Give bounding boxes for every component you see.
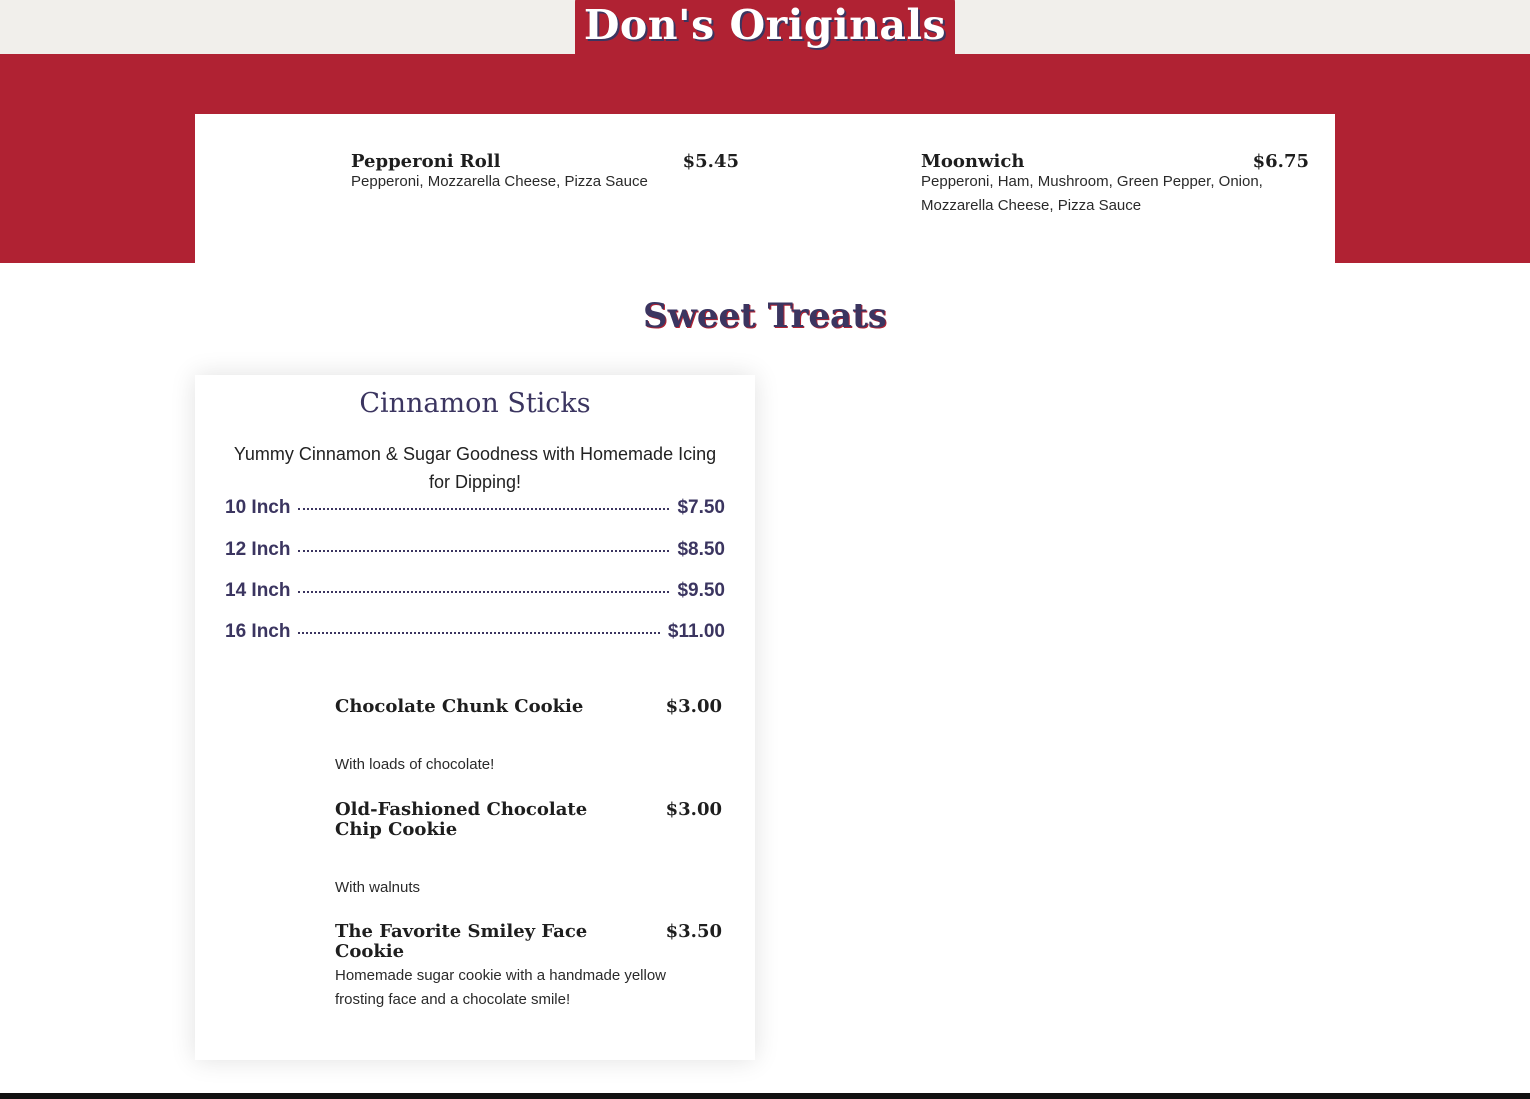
item-name: Old-Fashioned Chocolate Chip Cookie	[335, 799, 588, 840]
dotted-leader	[298, 591, 670, 593]
item-price: $6.75	[1252, 151, 1309, 172]
menu-item-pepperoni-roll: Pepperoni Roll $5.45 Pepperoni, Mozzarel…	[351, 151, 739, 194]
menu-item-smiley-face-cookie: The Favorite Smiley Face Cookie $3.50	[335, 922, 722, 962]
size-price: $9.50	[677, 580, 725, 601]
menu-item-old-fashioned-chocolate-chip-cookie: Old-Fashioned Chocolate Chip Cookie $3.0…	[335, 800, 722, 840]
size-price: $8.50	[677, 539, 725, 560]
item-name: Chocolate Chunk Cookie	[335, 696, 584, 717]
section-title-sweet-treats: Sweet Treats	[643, 296, 887, 336]
item-price: $3.50	[665, 921, 722, 942]
size-row-16-inch: 16 Inch $11.00	[225, 620, 725, 644]
dotted-leader	[298, 508, 670, 510]
item-price: $3.00	[665, 696, 722, 717]
dotted-leader	[298, 550, 670, 552]
dotted-leader	[298, 632, 660, 634]
menu-item-moonwich: Moonwich $6.75 Pepperoni, Ham, Mushroom,…	[921, 151, 1309, 218]
size-row-14-inch: 14 Inch $9.50	[225, 579, 725, 603]
size-label: 10 Inch	[225, 497, 291, 518]
size-price: $11.00	[667, 621, 725, 642]
footer-edge	[0, 1093, 1530, 1099]
item-description: Pepperoni, Mozzarella Cheese, Pizza Sauc…	[351, 173, 648, 190]
item-description-line-1: Pepperoni, Ham, Mushroom, Green Pepper, …	[921, 173, 1263, 190]
item-description: Homemade sugar cookie with a handmade ye…	[335, 967, 667, 1008]
section-title-dons-originals: Don's Originals	[583, 1, 947, 49]
size-row-10-inch: 10 Inch $7.50	[225, 496, 725, 520]
cinnamon-sticks-description: Yummy Cinnamon & Sugar Goodness with Hom…	[233, 444, 717, 492]
item-name: The Favorite Smiley Face Cookie	[335, 921, 588, 962]
item-price: $3.00	[665, 799, 722, 820]
item-description-line-2: Mozzarella Cheese, Pizza Sauce	[921, 197, 1142, 214]
size-label: 12 Inch	[225, 539, 291, 560]
size-row-12-inch: 12 Inch $8.50	[225, 538, 725, 562]
item-description: With walnuts	[335, 879, 421, 896]
size-price: $7.50	[677, 497, 725, 518]
size-label: 14 Inch	[225, 580, 291, 601]
size-label: 16 Inch	[225, 621, 291, 642]
cinnamon-sticks-title: Cinnamon Sticks	[359, 388, 591, 419]
menu-item-chocolate-chunk-cookie: Chocolate Chunk Cookie $3.00	[335, 697, 722, 717]
item-description: With loads of chocolate!	[335, 756, 495, 773]
item-price: $5.45	[682, 151, 739, 172]
